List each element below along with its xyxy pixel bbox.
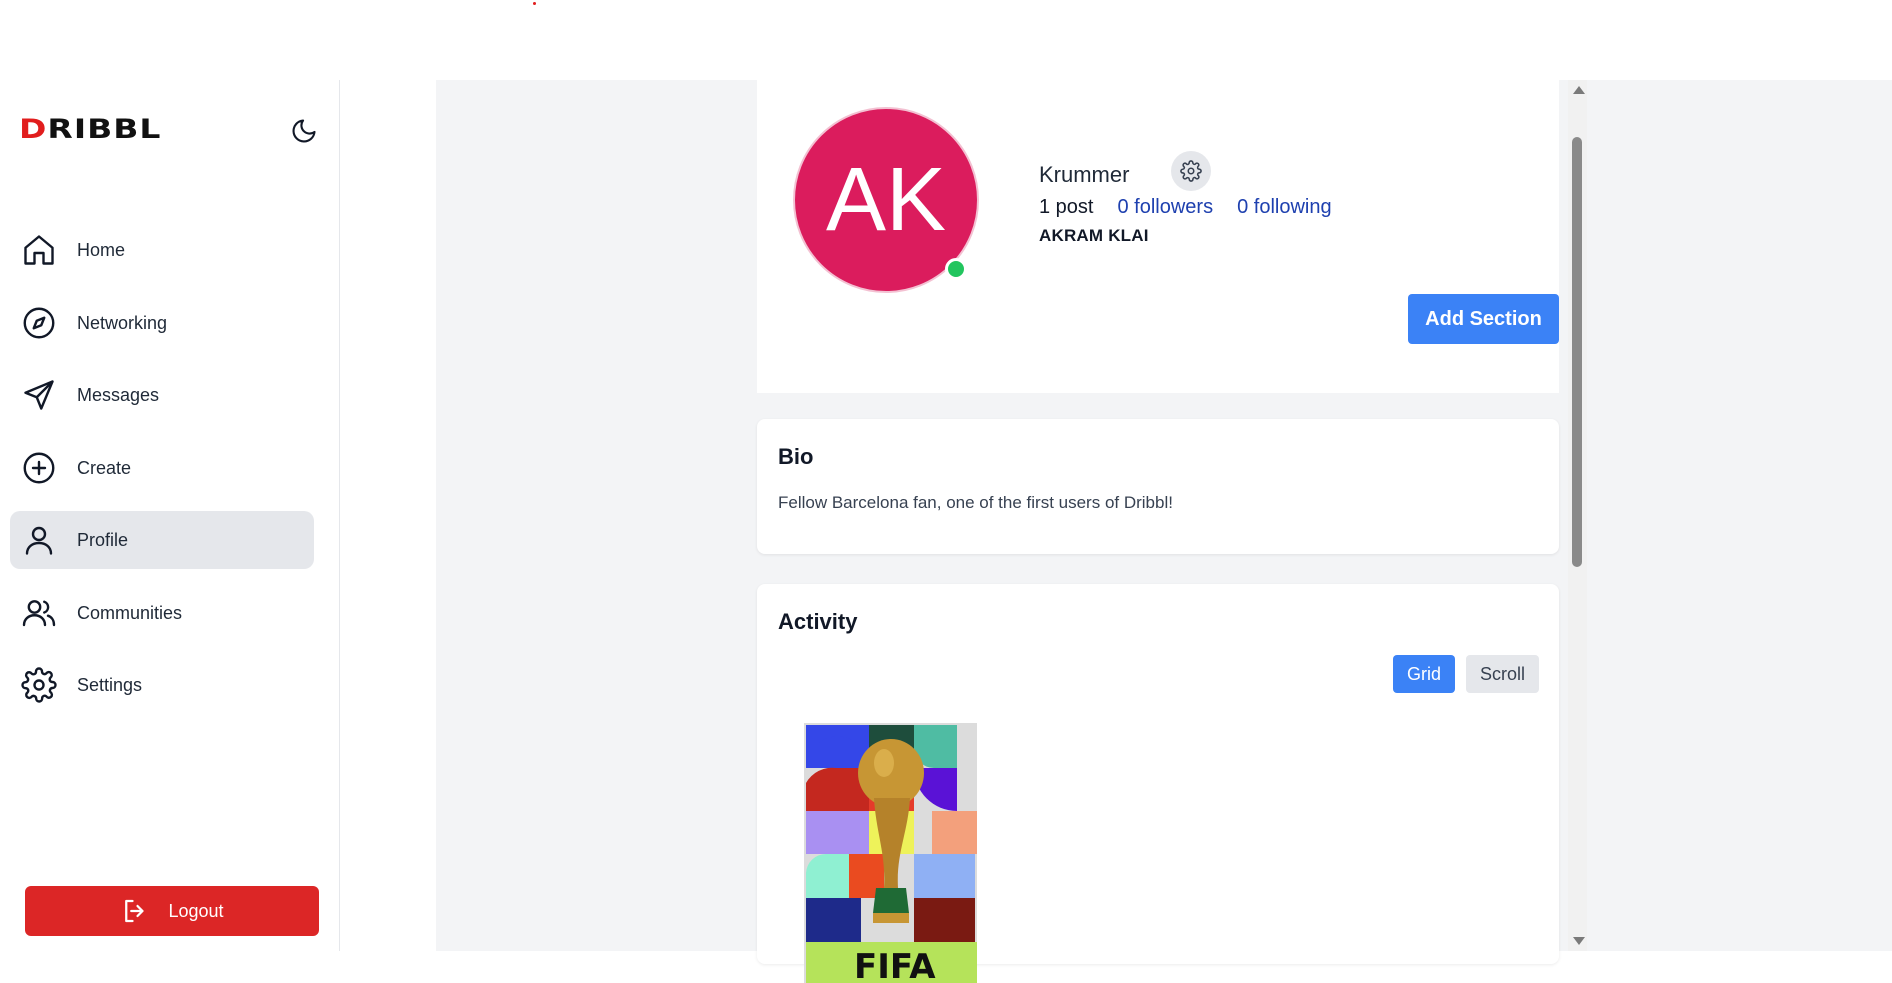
gear-icon bbox=[1180, 160, 1202, 182]
moon-icon bbox=[292, 119, 316, 143]
full-name: AKRAM KLAI bbox=[1039, 226, 1149, 245]
scrollbar[interactable] bbox=[1568, 80, 1587, 951]
sidebar-item-create[interactable]: Create bbox=[10, 439, 314, 497]
activity-title: Activity bbox=[778, 609, 858, 634]
sidebar-item-home[interactable]: Home bbox=[10, 221, 314, 279]
sidebar-item-messages[interactable]: Messages bbox=[10, 366, 314, 424]
following-link[interactable]: 0 following bbox=[1237, 196, 1332, 219]
scroll-down-arrow-icon[interactable] bbox=[1573, 937, 1585, 945]
sidebar-item-settings[interactable]: Settings bbox=[10, 656, 314, 714]
logout-button[interactable]: Logout bbox=[25, 886, 319, 936]
grid-view-button[interactable]: Grid bbox=[1393, 655, 1455, 693]
post-count: 1 post bbox=[1039, 196, 1094, 218]
sidebar-item-label: Settings bbox=[77, 674, 143, 695]
bio-title: Bio bbox=[778, 444, 814, 469]
profile-settings-button[interactable] bbox=[1171, 151, 1211, 191]
send-icon bbox=[19, 375, 59, 415]
username: Krummer bbox=[1039, 162, 1130, 187]
profile-stats: 1 post 0 followers 0 following bbox=[1039, 196, 1332, 219]
sidebar-item-profile[interactable]: Profile bbox=[10, 511, 314, 569]
sidebar-item-label: Home bbox=[77, 239, 126, 260]
bio-card: Bio Fellow Barcelona fan, one of the fir… bbox=[757, 419, 1559, 554]
sidebar-item-label: Networking bbox=[77, 312, 168, 333]
indicator-dot bbox=[533, 2, 536, 5]
plus-circle-icon bbox=[19, 448, 59, 488]
online-status-indicator bbox=[945, 258, 967, 280]
compass-icon bbox=[19, 303, 59, 343]
post-image-text: FIFA bbox=[854, 947, 936, 983]
home-icon bbox=[19, 230, 59, 270]
logout-label: Logout bbox=[168, 900, 224, 921]
bio-text: Fellow Barcelona fan, one of the first u… bbox=[778, 493, 1173, 512]
app-logo[interactable]: DRIBBL bbox=[19, 115, 161, 142]
right-gutter bbox=[1587, 80, 1892, 951]
scroll-up-arrow-icon[interactable] bbox=[1573, 86, 1585, 94]
sidebar-item-networking[interactable]: Networking bbox=[10, 294, 314, 352]
profile-header-card: AK Krummer 1 post 0 followers 0 followin… bbox=[757, 80, 1559, 393]
top-bar bbox=[0, 0, 1892, 80]
add-section-button[interactable]: Add Section bbox=[1408, 294, 1559, 344]
dark-mode-toggle[interactable] bbox=[288, 115, 320, 147]
gear-icon bbox=[19, 665, 59, 705]
followers-link[interactable]: 0 followers bbox=[1117, 196, 1213, 219]
scroll-view-button[interactable]: Scroll bbox=[1466, 655, 1539, 693]
sidebar-item-label: Messages bbox=[77, 384, 160, 405]
sidebar-item-label: Profile bbox=[77, 529, 129, 550]
sidebar-item-communities[interactable]: Communities bbox=[10, 584, 314, 642]
sidebar-item-label: Create bbox=[77, 457, 132, 478]
user-icon bbox=[19, 520, 59, 560]
activity-card: Activity Grid Scroll FIFA bbox=[757, 584, 1559, 983]
users-icon bbox=[19, 593, 59, 633]
post-thumbnail[interactable]: FIFA bbox=[804, 723, 977, 983]
sidebar-item-label: Communities bbox=[77, 602, 183, 623]
scrollbar-thumb[interactable] bbox=[1572, 137, 1582, 567]
logout-icon bbox=[120, 896, 150, 926]
avatar-initials: AK bbox=[825, 150, 947, 250]
